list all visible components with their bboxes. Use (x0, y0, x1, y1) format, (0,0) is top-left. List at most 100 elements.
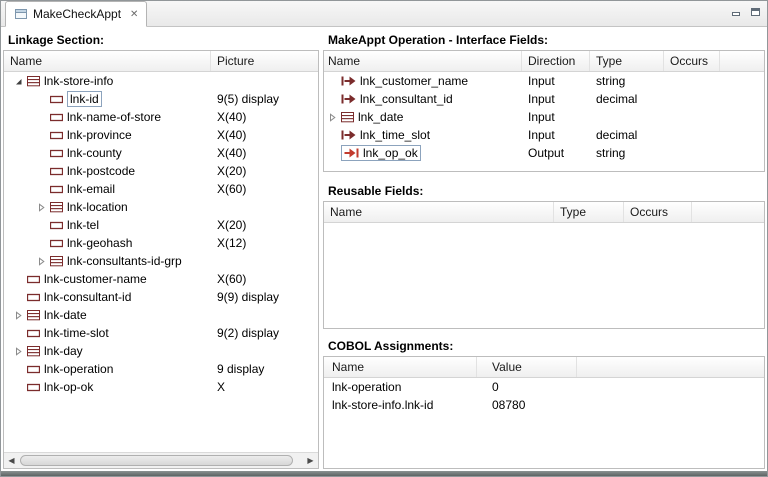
field-item-icon (50, 95, 63, 104)
column-header-name[interactable]: Name (324, 51, 522, 71)
linkage-row[interactable]: lnk-geohashX(12) (4, 234, 318, 252)
direction-cell: Input (522, 126, 590, 144)
tab-makecheckappt[interactable]: MakeCheckAppt ✕ (5, 1, 147, 27)
cobol-assignments-header: Name Value (324, 357, 764, 378)
linkage-name-cell: lnk-store-info (4, 72, 211, 90)
section-gap (323, 172, 765, 180)
interface-field-row[interactable]: lnk_customer_nameInputstring (324, 72, 764, 90)
cobol-assignment-row[interactable]: lnk-store-info.lnk-id08780 (324, 396, 764, 414)
direction-cell: Input (522, 72, 590, 90)
linkage-row[interactable]: lnk-location (4, 198, 318, 216)
interface-field-row[interactable]: lnk_op_okOutputstring (324, 144, 764, 162)
linkage-row[interactable]: lnk-name-of-storeX(40) (4, 108, 318, 126)
field-item-icon (50, 131, 63, 140)
scrollbar-thumb[interactable] (20, 455, 293, 466)
column-header-occurs[interactable]: Occurs (624, 202, 692, 222)
linkage-item-label: lnk-postcode (67, 164, 135, 178)
expander-collapsed-icon[interactable] (37, 203, 50, 212)
horizontal-scrollbar[interactable]: ◀ ▶ (4, 452, 318, 468)
linkage-row[interactable]: lnk-countyX(40) (4, 144, 318, 162)
window-controls (731, 6, 761, 17)
column-header-name[interactable]: Name (324, 202, 554, 222)
column-header-filler (692, 202, 764, 222)
linkage-row[interactable]: lnk-provinceX(40) (4, 126, 318, 144)
linkage-item-label: lnk-day (44, 344, 83, 358)
column-header-name[interactable]: Name (4, 51, 211, 71)
column-header-type[interactable]: Type (554, 202, 624, 222)
expander-collapsed-icon[interactable] (328, 113, 341, 122)
expander-collapsed-icon[interactable] (37, 257, 50, 266)
linkage-item-label: lnk-name-of-store (67, 110, 161, 124)
column-header-filler (720, 51, 764, 71)
linkage-row[interactable]: lnk-date (4, 306, 318, 324)
input-parameter-icon (341, 130, 356, 140)
expander-collapsed-icon[interactable] (14, 311, 27, 320)
linkage-row[interactable]: lnk-consultant-id9(9) display (4, 288, 318, 306)
interface-field-row[interactable]: lnk_consultant_idInputdecimal (324, 90, 764, 108)
linkage-section-title: Linkage Section: (3, 29, 319, 50)
field-item-icon (27, 329, 40, 338)
linkage-row[interactable]: lnk-day (4, 342, 318, 360)
tab-close-icon[interactable]: ✕ (130, 9, 138, 20)
column-header-value[interactable]: Value (477, 357, 577, 377)
group-item-icon (50, 256, 63, 267)
interface-name-cell: lnk_consultant_id (324, 90, 522, 108)
maximize-icon[interactable] (750, 6, 761, 17)
linkage-name-cell: lnk-op-ok (4, 378, 211, 396)
field-item-icon (50, 113, 63, 122)
linkage-row[interactable]: lnk-operation9 display (4, 360, 318, 378)
linkage-item-label: lnk-consultants-id-grp (67, 254, 182, 268)
interface-name-cell: lnk_time_slot (324, 126, 522, 144)
linkage-name-cell: lnk-customer-name (4, 270, 211, 288)
column-header-direction[interactable]: Direction (522, 51, 590, 71)
interface-field-row[interactable]: lnk_dateInput (324, 108, 764, 126)
picture-cell (211, 252, 318, 270)
linkage-row[interactable]: lnk-store-info (4, 72, 318, 90)
interface-field-row[interactable]: lnk_time_slotInputdecimal (324, 126, 764, 144)
field-item-icon (50, 185, 63, 194)
column-header-picture[interactable]: Picture (211, 51, 318, 71)
linkage-row[interactable]: lnk-emailX(60) (4, 180, 318, 198)
linkage-row[interactable]: lnk-time-slot9(2) display (4, 324, 318, 342)
type-cell: string (590, 72, 664, 90)
tab-label: MakeCheckAppt (33, 7, 121, 21)
interface-field-label: lnk_date (358, 110, 403, 124)
linkage-row[interactable]: lnk-telX(20) (4, 216, 318, 234)
minimize-icon[interactable] (731, 6, 742, 17)
linkage-name-cell: lnk-id (4, 90, 211, 108)
cobol-assignment-row[interactable]: lnk-operation0 (324, 378, 764, 396)
scroll-right-icon[interactable]: ▶ (303, 453, 318, 468)
column-header-name[interactable]: Name (324, 357, 477, 377)
interface-name-cell: lnk_customer_name (324, 72, 522, 90)
selection-box: lnk_op_ok (341, 145, 421, 161)
reusable-fields-header: Name Type Occurs (324, 202, 764, 223)
interface-fields-body: lnk_customer_nameInputstringlnk_consulta… (324, 72, 764, 171)
expander-expanded-icon[interactable] (14, 77, 27, 86)
group-item-icon (50, 202, 63, 213)
type-cell: string (590, 144, 664, 162)
input-parameter-icon (341, 76, 356, 86)
expander-collapsed-icon[interactable] (14, 347, 27, 356)
assignment-name-cell: lnk-operation (324, 378, 477, 396)
occurs-cell (664, 126, 720, 144)
linkage-item-label: lnk-email (67, 182, 115, 196)
linkage-row[interactable]: lnk-customer-nameX(60) (4, 270, 318, 288)
column-header-type[interactable]: Type (590, 51, 664, 71)
occurs-cell (664, 72, 720, 90)
column-header-occurs[interactable]: Occurs (664, 51, 720, 71)
linkage-item-label: lnk-tel (67, 218, 99, 232)
assignment-value-cell: 08780 (477, 396, 577, 414)
interface-fields-header: Name Direction Type Occurs (324, 51, 764, 72)
linkage-row[interactable]: lnk-op-okX (4, 378, 318, 396)
linkage-section-panel: Linkage Section: Name Picture lnk-store-… (3, 29, 319, 469)
picture-cell: 9(2) display (211, 324, 318, 342)
linkage-name-cell: lnk-location (4, 198, 211, 216)
linkage-row[interactable]: lnk-consultants-id-grp (4, 252, 318, 270)
linkage-row[interactable]: lnk-id9(5) display (4, 90, 318, 108)
linkage-row[interactable]: lnk-postcodeX(20) (4, 162, 318, 180)
linkage-item-label: lnk-store-info (44, 74, 113, 88)
linkage-name-cell: lnk-name-of-store (4, 108, 211, 126)
direction-cell: Input (522, 90, 590, 108)
editor-window: MakeCheckAppt ✕ Linkage Section: Name Pi… (0, 0, 768, 477)
scroll-left-icon[interactable]: ◀ (4, 453, 19, 468)
